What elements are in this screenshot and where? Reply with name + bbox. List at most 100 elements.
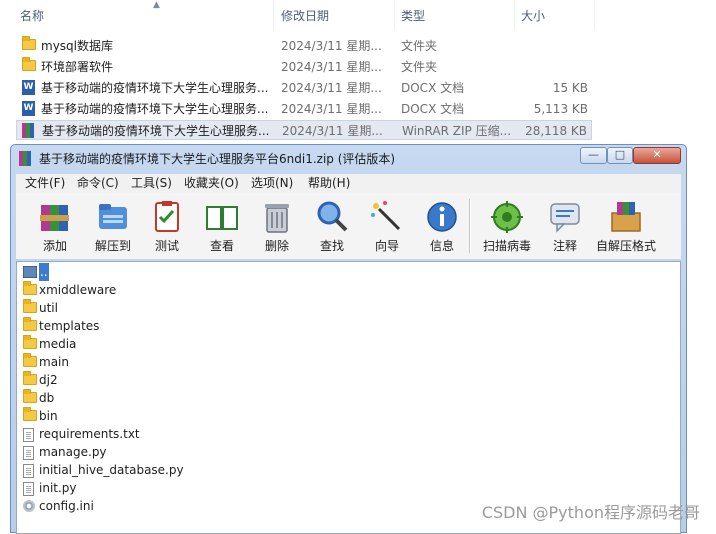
column-date[interactable]: 修改日期 [275,0,395,30]
folder-icon [23,299,37,313]
file-name: 基于移动端的疫情环境下大学生心理服务... [41,102,269,116]
tool-label: 自解压格式 [595,239,656,253]
winrar-app-icon [19,151,33,166]
sfx-box-icon [611,202,641,232]
file-name: bin [39,409,58,423]
test-icon [155,201,179,232]
file-date: 2024/3/11 星期... [281,60,382,74]
docx-icon [22,101,35,116]
view-book-icon [206,206,238,230]
sfx-button[interactable]: 自解压格式 [596,199,656,255]
file-name: init.py [39,481,77,495]
folder-icon [23,353,37,367]
wizard-wand-icon [371,201,401,231]
file-name: media [39,337,77,351]
file-date: 2024/3/11 星期... [281,102,382,116]
folder-icon [22,36,36,50]
add-button[interactable]: 添加 [25,199,85,255]
text-file-icon [23,428,34,442]
maximize-button[interactable]: □ [607,147,633,164]
settings-file-icon [23,500,35,512]
folder-icon [23,389,37,403]
folder-icon [23,371,37,385]
sort-ascending-icon: ▲ [153,0,160,10]
add-archive-icon [40,205,69,231]
column-name-label: 名称 [20,9,45,23]
window-title: 基于移动端的疫情环境下大学生心理服务平台6ndi1.zip (评估版本) [39,152,396,166]
file-type: DOCX 文档 [401,81,465,95]
trash-icon [265,204,289,233]
file-name: db [39,391,55,405]
file-size: 15 KB [552,81,588,95]
file-name: util [39,301,58,315]
close-icon: ✕ [652,148,662,161]
python-file-icon [23,482,34,496]
virus-scan-icon [491,201,523,233]
close-button[interactable]: ✕ [633,147,681,164]
menu-file[interactable]: 文件(F) [25,175,65,192]
menu-options[interactable]: 选项(N) [251,175,293,192]
comment-icon [550,203,580,233]
minimize-button[interactable]: — [580,147,607,164]
file-size: 5,113 KB [533,102,588,116]
column-size[interactable]: 大小 [515,0,595,30]
column-type[interactable]: 类型 [395,0,515,30]
file-date: 2024/3/11 星期... [281,81,382,95]
file-date: 2024/3/11 星期... [282,124,383,138]
explorer-row[interactable]: 环境部署软件 2024/3/11 星期... 文件夹 [16,57,592,77]
winrar-window: 基于移动端的疫情环境下大学生心理服务平台6ndi1.zip (评估版本) — □… [10,144,687,534]
tool-label: 信息 [429,239,454,253]
comment-button[interactable]: 注释 [535,199,595,255]
explorer-row[interactable]: 基于移动端的疫情环境下大学生心理服务... 2024/3/11 星期... DO… [16,78,592,98]
file-name: initial_hive_database.py [39,463,184,477]
file-name: config.ini [39,499,94,513]
file-name: manage.py [39,445,107,459]
column-date-label: 修改日期 [281,9,330,23]
file-name: .. [39,263,49,281]
menu-tools[interactable]: 工具(S) [131,175,172,192]
watermark: CSDN @Python程序源码老哥 [481,503,700,522]
winrar-archive-icon [22,123,36,138]
python-file-icon [23,464,34,478]
python-file-icon [23,446,34,460]
column-size-label: 大小 [521,9,546,23]
virus-scan-button[interactable]: 扫描病毒 [477,199,537,255]
explorer-column-header: 名称 ▲ 修改日期 类型 大小 [0,0,716,30]
column-type-label: 类型 [401,9,426,23]
extract-to-icon [99,204,127,229]
file-name: 基于移动端的疫情环境下大学生心理服务... [41,81,269,95]
file-date: 2024/3/11 星期... [281,39,382,53]
folder-icon [22,57,36,71]
file-name: mysql数据库 [41,39,113,53]
minimize-icon: — [588,148,599,161]
explorer-row-selected[interactable]: 基于移动端的疫情环境下大学生心理服务... 2024/3/11 星期... Wi… [16,120,592,140]
docx-icon [22,80,35,95]
column-name[interactable]: 名称 ▲ [14,0,274,30]
file-name: 基于移动端的疫情环境下大学生心理服务... [42,124,270,138]
folder-icon [23,335,37,349]
file-name: main [39,355,69,369]
explorer-row[interactable]: 基于移动端的疫情环境下大学生心理服务... 2024/3/11 星期... DO… [16,99,592,119]
title-bar[interactable]: 基于移动端的疫情环境下大学生心理服务平台6ndi1.zip (评估版本) — □… [11,145,686,171]
folder-icon [23,281,37,295]
file-type: DOCX 文档 [401,102,465,116]
find-magnifier-icon [317,201,348,232]
file-name: 环境部署软件 [41,60,114,74]
toolbar: 添加 解压到 测试 查看 删除 查找 向导 信息 扫描病毒 注释 自解压格式 [16,193,681,259]
menu-bar: 文件(F) 命令(C) 工具(S) 收藏夹(O) 选项(N) 帮助(H) [16,174,681,194]
info-icon [427,202,457,232]
file-name: templates [39,319,100,333]
menu-help[interactable]: 帮助(H) [308,175,350,192]
maximize-icon: □ [614,148,626,161]
file-size: 28,118 KB [525,124,587,138]
file-name: requirements.txt [39,427,140,441]
menu-command[interactable]: 命令(C) [77,175,119,192]
file-type: 文件夹 [401,60,438,74]
folder-icon [23,407,37,421]
archive-file-list[interactable]: .. xmiddleware util templates media main… [16,261,681,534]
explorer-row[interactable]: mysql数据库 2024/3/11 星期... 文件夹 [16,36,592,56]
file-type: 文件夹 [401,39,438,53]
info-button[interactable]: 信息 [412,199,472,255]
folder-icon [23,317,37,331]
menu-favorites[interactable]: 收藏夹(O) [184,175,239,192]
